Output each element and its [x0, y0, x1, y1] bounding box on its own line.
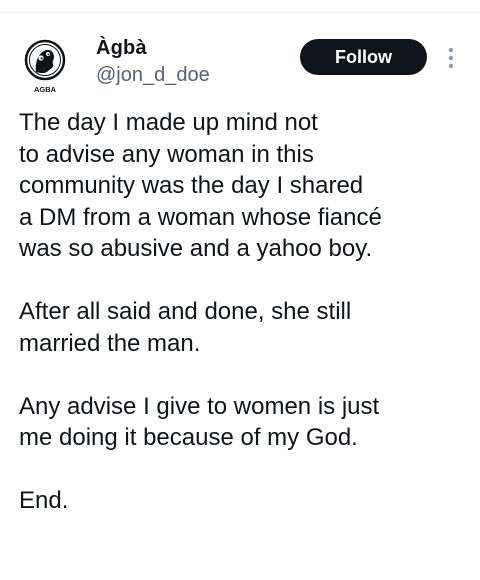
tweet-paragraph: Any advise I give to women is just me do… [19, 391, 469, 454]
avatar[interactable]: AGBA [21, 36, 69, 96]
tweet-line: was so abusive and a yahoo boy. [19, 235, 373, 262]
tweet-paragraph: End. [19, 485, 469, 517]
tweet-line: community was the day I shared [19, 172, 364, 199]
tweet-line: The day I made up mind not [19, 109, 318, 136]
author-handle[interactable]: @jon_d_doe [96, 62, 210, 88]
tweet-line: me doing it because of my God. [19, 424, 358, 451]
tweet-paragraph: The day I made up mind not to advise any… [19, 107, 469, 265]
tweet-line: married the man. [19, 329, 201, 357]
tweet-text: The day I made up mind not to advise any… [19, 107, 469, 517]
top-divider [0, 12, 480, 13]
tweet-line: End. [19, 487, 69, 514]
tweet-line: a DM from a woman whose fiancé [19, 203, 382, 231]
follow-button[interactable]: Follow [300, 39, 427, 75]
avatar-logo-icon: AGBA [24, 39, 66, 94]
avatar-caption: AGBA [34, 85, 57, 94]
tweet-line: Any advise I give to women is just [19, 392, 380, 420]
more-vertical-icon[interactable] [443, 43, 459, 73]
tweet-line: to advise any woman in this [19, 140, 314, 168]
author-name-block: Àgbà @jon_d_doe [96, 36, 210, 88]
tweet-line: After all said and done, she still [19, 298, 352, 325]
author-display-name[interactable]: Àgbà [96, 36, 210, 60]
tweet-header: AGBA Àgbà @jon_d_doe Follow [0, 26, 480, 96]
tweet-paragraph: After all said and done, she still marri… [19, 296, 469, 359]
